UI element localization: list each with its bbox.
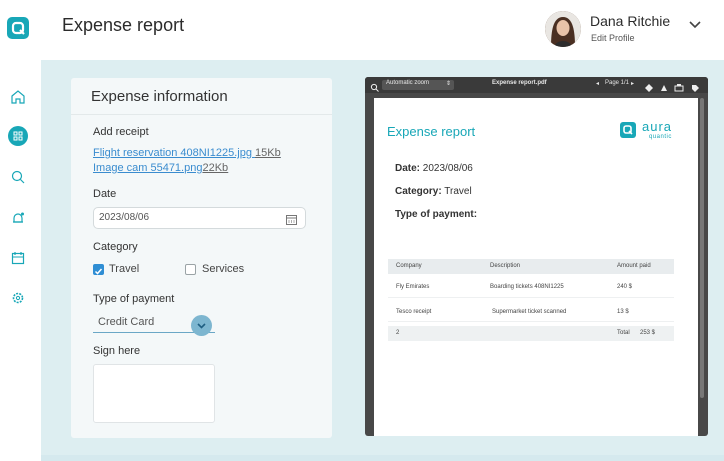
document-payment-label: Type of payment: — [395, 209, 478, 220]
table-row: Fly Emirates Boarding tickets 408NI1225 … — [388, 276, 674, 298]
travel-checkbox-label[interactable]: Travel — [109, 263, 139, 275]
services-checkbox-label[interactable]: Services — [202, 263, 244, 275]
category-label: Category — [93, 241, 138, 253]
pdf-file-name: Expense report.pdf — [492, 80, 547, 86]
card-header: Expense information — [71, 78, 332, 115]
printer-icon[interactable] — [674, 80, 684, 92]
card-title: Expense information — [91, 88, 228, 105]
document-payment: Type of payment: — [395, 209, 477, 220]
prev-page-icon[interactable]: ◂ — [596, 80, 599, 87]
chevron-down-icon[interactable] — [689, 17, 701, 29]
services-checkbox[interactable] — [185, 264, 196, 275]
table-header: Company Description Amount paid — [388, 259, 674, 274]
receipt-link[interactable]: Flight reservation 408NI1225.jpg 15Kb — [93, 147, 281, 159]
date-value[interactable]: 2023/08/06 — [99, 212, 149, 223]
sign-here-label: Sign here — [93, 345, 141, 357]
print-icon[interactable] — [659, 80, 669, 91]
document-category-value: Travel — [444, 186, 472, 197]
app-logo[interactable] — [7, 17, 29, 39]
page-title: Expense report — [62, 15, 185, 35]
row-count: 2 — [396, 330, 400, 336]
document-category: Category: Travel — [395, 186, 472, 197]
receipt-file-size: 22Kb — [202, 162, 229, 174]
brand-name: aura — [642, 119, 673, 134]
brand-subtitle: quantic — [649, 134, 672, 140]
column-header: Amount paid — [617, 263, 651, 269]
pdf-toolbar: Automatic zoom ⇕ Expense report.pdf ◂ Pa… — [365, 77, 708, 93]
search-icon[interactable] — [9, 168, 27, 186]
column-header: Description — [490, 263, 521, 269]
date-field[interactable]: 2023/08/06 — [93, 207, 306, 229]
sidebar — [0, 0, 37, 461]
payment-type-label: Type of payment — [93, 293, 175, 305]
notifications-icon[interactable] — [9, 209, 27, 227]
table-cell: Boarding tickets 408NI1225 — [490, 284, 564, 290]
settings-icon[interactable] — [9, 289, 27, 307]
expense-form-card: Expense information Add receipt Flight r… — [71, 78, 332, 438]
top-header: Expense report Dana Ritchie Edit Profile — [37, 0, 724, 60]
calendar-icon[interactable] — [9, 249, 27, 267]
table-cell: 13 $ — [617, 309, 629, 315]
pdf-page: Expense report aura quantic Date: 2023/0… — [374, 98, 698, 436]
user-name[interactable]: Dana Ritchie — [590, 13, 670, 29]
avatar[interactable] — [545, 11, 581, 47]
receipt-file-name[interactable]: Flight reservation 408NI1225.jpg — [93, 147, 252, 159]
dashboard-icon[interactable] — [9, 127, 27, 145]
edit-profile-link[interactable]: Edit Profile — [591, 33, 635, 43]
brand-logo-icon — [620, 122, 636, 138]
total-value: 253 $ — [640, 330, 656, 336]
date-label: Date — [93, 188, 117, 200]
add-receipt-label: Add receipt — [93, 126, 149, 138]
receipt-link[interactable]: Image cam 55471.png22Kb — [93, 162, 228, 174]
document-date-value: 2023/08/06 — [422, 163, 473, 174]
document-title: Expense report — [387, 124, 476, 139]
bottom-accent-bar — [41, 455, 724, 461]
receipt-file-size: 15Kb — [255, 147, 281, 159]
table-cell: 240 $ — [617, 284, 633, 290]
total-label: Total — [617, 330, 630, 336]
document-date-label: Date: — [395, 163, 421, 174]
payment-select-value[interactable]: Credit Card — [98, 316, 154, 328]
zoom-select-value[interactable]: Automatic zoom — [386, 80, 429, 86]
pdf-viewer: Automatic zoom ⇕ Expense report.pdf ◂ Pa… — [365, 77, 708, 436]
rotate-icon[interactable] — [644, 80, 654, 92]
document-category-label: Category: — [395, 186, 442, 197]
table-footer: 2 Total 253 $ — [388, 326, 674, 341]
pdf-scrollbar[interactable] — [700, 98, 704, 398]
next-page-icon[interactable]: ▸ — [631, 80, 634, 87]
search-icon[interactable] — [370, 80, 380, 92]
column-header: Company — [396, 263, 422, 269]
payment-select-toggle[interactable] — [191, 315, 212, 336]
table-cell: Supermarket ticket scanned — [492, 309, 567, 315]
home-icon[interactable] — [9, 88, 27, 106]
zoom-select-arrows[interactable]: ⇕ — [446, 80, 451, 87]
document-date: Date: 2023/08/06 — [395, 163, 473, 174]
travel-checkbox[interactable] — [93, 264, 104, 275]
calendar-picker-icon[interactable] — [286, 212, 297, 225]
table-row: Tesco receipt Supermarket ticket scanned… — [388, 300, 674, 322]
page-indicator: Page 1/1 — [605, 80, 630, 86]
receipt-file-name[interactable]: Image cam 55471.png — [93, 162, 202, 174]
bookmark-icon[interactable] — [690, 80, 700, 92]
table-cell: Tesco receipt — [396, 309, 432, 315]
table-cell: Fly Emirates — [396, 284, 430, 290]
signature-pad[interactable] — [93, 364, 215, 423]
